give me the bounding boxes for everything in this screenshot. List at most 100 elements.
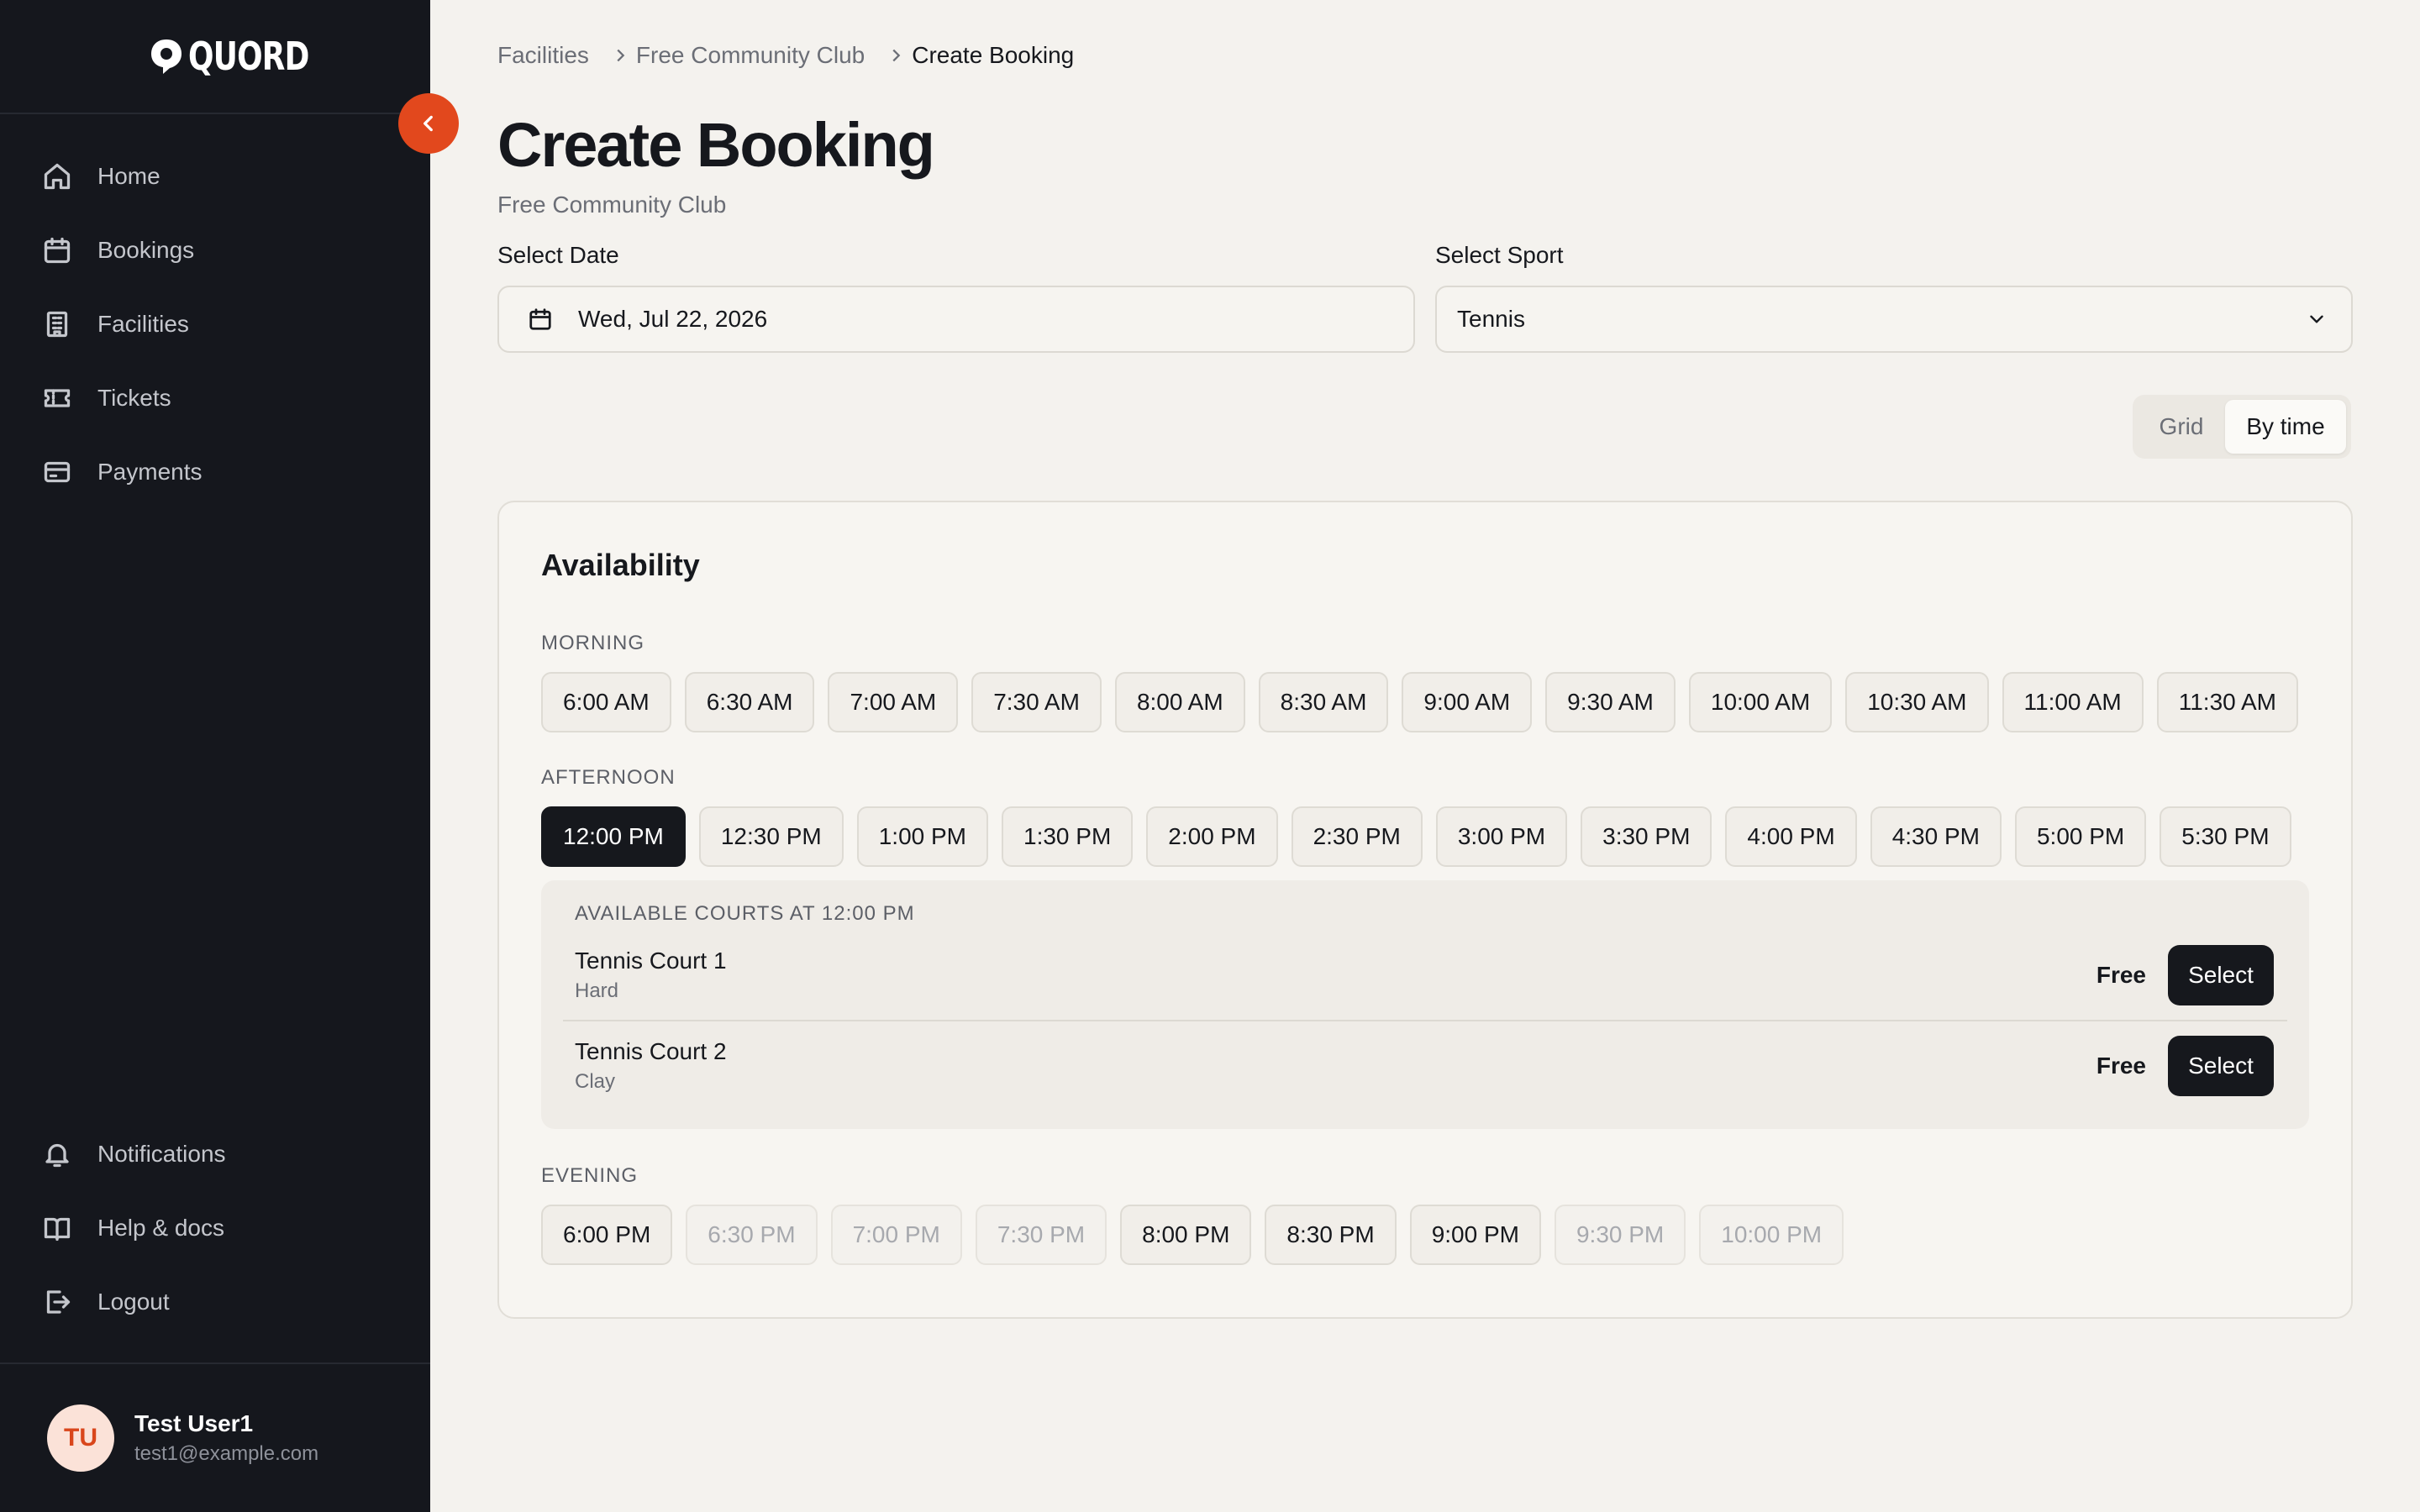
select-court-button[interactable]: Select — [2168, 1036, 2274, 1096]
select-court-button[interactable]: Select — [2168, 945, 2274, 1005]
user-email: test1@example.com — [134, 1442, 319, 1465]
building-icon — [46, 311, 68, 338]
sidebar-item-facilities[interactable]: Facilities — [0, 287, 430, 361]
time-slot: 10:00 PM — [1699, 1205, 1844, 1265]
time-slot[interactable]: 7:00 AM — [828, 672, 959, 732]
time-slot[interactable]: 12:30 PM — [698, 806, 844, 867]
page-title: Create Booking — [497, 110, 935, 180]
time-slot: 6:30 PM — [686, 1205, 818, 1265]
sidebar-item-bookings[interactable]: Bookings — [0, 213, 430, 287]
court-name: Tennis Court 1 — [575, 948, 727, 974]
court-row: Tennis Court 2 Clay Free Select — [563, 1021, 2287, 1110]
sport-select[interactable]: Tennis — [1435, 286, 2353, 353]
ticket-icon — [44, 389, 71, 407]
breadcrumb-current: Create Booking — [912, 42, 1075, 68]
time-slot[interactable]: 2:00 PM — [1146, 806, 1278, 867]
court-row: Tennis Court 1 Hard Free Select — [563, 931, 2287, 1020]
time-slot[interactable]: 3:00 PM — [1435, 806, 1568, 867]
morning-label: MORNING — [541, 632, 644, 654]
time-slot: 9:30 PM — [1554, 1205, 1686, 1265]
view-toggle: Grid By time — [2133, 395, 2351, 459]
time-slot[interactable]: 8:00 AM — [1114, 672, 1245, 732]
court-surface: Hard — [575, 979, 619, 1002]
sport-value: Tennis — [1457, 306, 1525, 332]
afternoon-slots: 12:00 PM 12:30 PM 1:00 PM 1:30 PM 2:00 PM 2:3… — [541, 806, 2291, 867]
sidebar-item-label: Tickets — [97, 385, 171, 411]
time-slot[interactable]: 10:00 AM — [1688, 672, 1833, 732]
calendar-icon — [44, 237, 71, 264]
morning-slots: 6:00 AM 6:30 AM 7:00 AM 7:30 AM 8:00 AM 8:30 … — [541, 672, 2298, 732]
court-price: Free — [2096, 1053, 2146, 1079]
availability-title: Availability — [541, 548, 700, 582]
sidebar-item-label: Logout — [97, 1289, 170, 1315]
sidebar-item-help[interactable]: Help & docs — [0, 1191, 430, 1265]
time-slot[interactable]: 3:30 PM — [1581, 806, 1712, 867]
time-slot[interactable]: 5:30 PM — [2160, 806, 2291, 867]
page-subtitle: Free Community Club — [497, 192, 727, 218]
time-slot[interactable]: 6:30 AM — [684, 672, 815, 732]
time-slot[interactable]: 10:30 AM — [1845, 672, 1989, 732]
view-by-time-button[interactable]: By time — [2225, 400, 2346, 454]
evening-slots: 6:00 PM 6:30 PM 7:00 PM 7:30 PM 8:00 PM 8:30 … — [541, 1205, 1844, 1265]
time-slot[interactable]: 11:30 AM — [2156, 672, 2298, 732]
court-surface: Clay — [575, 1070, 616, 1093]
time-slot[interactable]: 12:00 PM — [541, 806, 686, 867]
chevron-down-icon — [2310, 315, 2323, 323]
time-slot: 7:30 PM — [975, 1205, 1107, 1265]
time-slot[interactable]: 9:00 PM — [1409, 1205, 1541, 1265]
time-slot[interactable]: 2:30 PM — [1291, 806, 1423, 867]
date-picker[interactable]: Wed, Jul 22, 2026 — [497, 286, 1415, 353]
chevron-right-icon — [617, 49, 625, 62]
sidebar-item-label: Bookings — [97, 237, 195, 263]
availability-card: Availability MORNING 6:00 AM 6:30 AM 7:00 … — [497, 501, 2353, 1319]
avatar: TU — [47, 1404, 114, 1472]
date-label: Select Date — [497, 242, 619, 268]
user-name: Test User1 — [134, 1410, 254, 1436]
time-slot[interactable]: 1:30 PM — [1002, 806, 1134, 867]
time-slot[interactable]: 4:00 PM — [1725, 806, 1857, 867]
chevron-right-icon — [892, 49, 901, 62]
time-slot[interactable]: 5:00 PM — [2014, 806, 2147, 867]
credit-card-icon — [44, 461, 71, 483]
sidebar-item-home[interactable]: Home — [0, 139, 430, 213]
sidebar-item-label: Payments — [97, 459, 203, 485]
time-slot[interactable]: 8:30 AM — [1258, 672, 1389, 732]
user-profile[interactable]: TU Test User1 test1@example.com — [0, 1362, 430, 1512]
breadcrumb-facilities[interactable]: Facilities — [497, 42, 589, 69]
brand-name: QUORD — [188, 34, 309, 79]
sidebar-item-payments[interactable]: Payments — [0, 435, 430, 509]
time-slot[interactable]: 4:30 PM — [1870, 806, 2002, 867]
time-slot[interactable]: 6:00 AM — [541, 672, 671, 732]
collapse-sidebar-button[interactable] — [398, 93, 459, 154]
evening-label: EVENING — [541, 1164, 639, 1187]
chevron-left-icon — [424, 115, 433, 132]
book-icon — [44, 1217, 71, 1242]
time-slot: 7:00 PM — [830, 1205, 962, 1265]
breadcrumb-club[interactable]: Free Community Club — [636, 42, 865, 69]
time-slot[interactable]: 9:00 AM — [1402, 672, 1533, 732]
time-slot[interactable]: 1:00 PM — [856, 806, 988, 867]
calendar-icon — [529, 308, 551, 330]
bell-icon — [45, 1143, 69, 1168]
sidebar: QUORD Home Bookings Facilities Tickets P… — [0, 0, 430, 1512]
available-courts-label: AVAILABLE COURTS AT 12:00 PM — [575, 902, 915, 925]
quord-logo-icon — [150, 38, 183, 75]
time-slot[interactable]: 8:00 PM — [1120, 1205, 1252, 1265]
court-price: Free — [2096, 962, 2146, 988]
sport-label: Select Sport — [1435, 242, 1564, 268]
time-slot[interactable]: 6:00 PM — [541, 1205, 673, 1265]
time-slot[interactable]: 7:30 AM — [971, 672, 1102, 732]
sidebar-item-tickets[interactable]: Tickets — [0, 361, 430, 435]
time-slot[interactable]: 8:30 PM — [1265, 1205, 1397, 1265]
logout-icon — [46, 1290, 71, 1314]
time-slot[interactable]: 9:30 AM — [1545, 672, 1676, 732]
time-slot[interactable]: 11:00 AM — [2002, 672, 2144, 732]
court-name: Tennis Court 2 — [575, 1038, 727, 1064]
view-grid-button[interactable]: Grid — [2138, 400, 2225, 454]
sidebar-item-logout[interactable]: Logout — [0, 1265, 430, 1339]
sidebar-item-label: Facilities — [97, 311, 189, 337]
home-icon — [44, 163, 71, 190]
brand-logo[interactable]: QUORD — [0, 0, 430, 114]
sidebar-item-notifications[interactable]: Notifications — [0, 1117, 430, 1191]
sidebar-nav: Home Bookings Facilities Tickets Payment… — [0, 139, 430, 509]
